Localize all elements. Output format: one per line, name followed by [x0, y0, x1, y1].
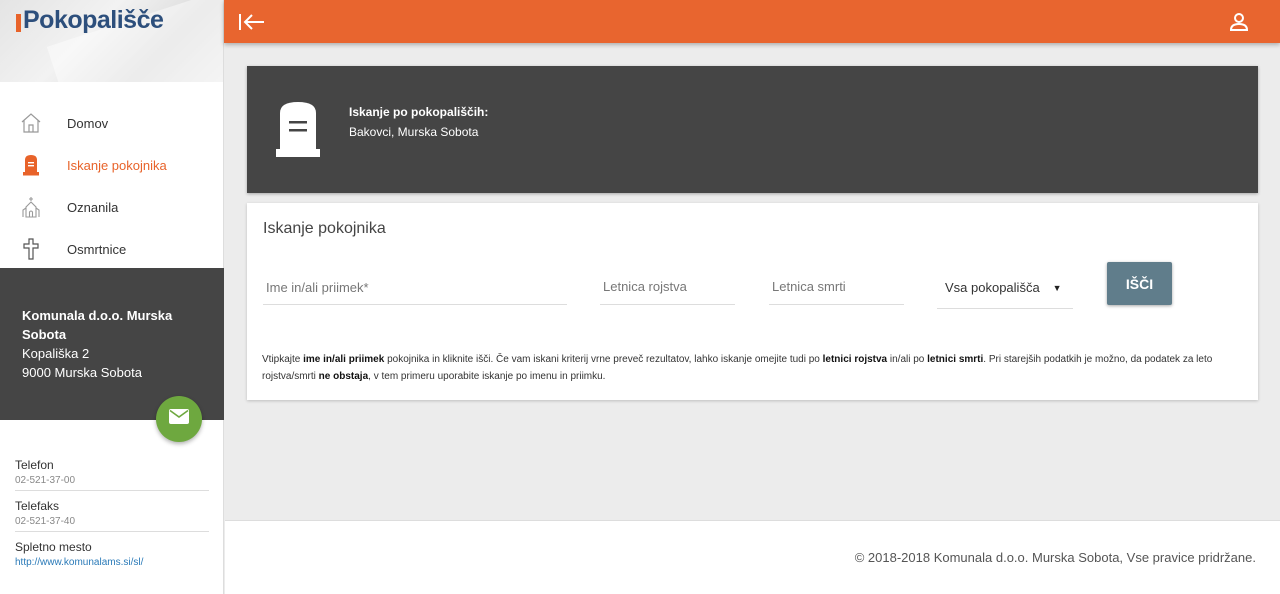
contact-website: Spletno mesto http://www.komunalams.si/s…: [15, 532, 209, 572]
phone-value: 02-521-37-00: [15, 475, 76, 486]
fax-label: Telefaks: [15, 499, 60, 513]
sidebar: Pokopališče Domov Iskanje pokojnika Ozna…: [0, 0, 224, 594]
search-card: Iskanje pokojnika Ime in/ali priimek* Le…: [247, 203, 1258, 400]
contact-list: Telefon 02-521-37-00 Telefaks 02-521-37-…: [15, 450, 209, 572]
church-icon: [20, 195, 42, 219]
mail-icon: [169, 409, 189, 429]
tombstone-icon: [20, 153, 42, 177]
death-year-input[interactable]: Letnica smrti: [769, 267, 904, 305]
logo-area: Pokopališče: [0, 0, 223, 82]
user-account-button[interactable]: [1228, 11, 1250, 33]
logo-text: Pokopališče: [23, 6, 164, 34]
nav-item-announcements[interactable]: Oznanila: [0, 186, 223, 228]
logo-mark: [16, 13, 21, 32]
name-input[interactable]: Ime in/ali priimek*: [263, 267, 567, 305]
home-icon: [20, 111, 42, 135]
nav-item-search-deceased[interactable]: Iskanje pokojnika: [0, 144, 223, 186]
collapse-sidebar-button[interactable]: [238, 10, 266, 34]
nav-item-obituaries[interactable]: Osmrtnice: [0, 228, 223, 270]
nav-label-search-deceased: Iskanje pokojnika: [67, 157, 167, 173]
fax-value: 02-521-37-40: [15, 516, 76, 527]
footer: © 2018-2018 Komunala d.o.o. Murska Sobot…: [225, 520, 1280, 594]
search-title: Iskanje pokojnika: [263, 220, 386, 237]
website-label: Spletno mesto: [15, 540, 92, 554]
cemetery-select-value: Vsa pokopališča: [945, 280, 1040, 295]
email-button[interactable]: [156, 396, 202, 442]
tombstone-icon: [275, 99, 321, 164]
main-nav: Domov Iskanje pokojnika Oznanila Osmrtni…: [0, 82, 223, 270]
logo[interactable]: Pokopališče: [16, 6, 164, 35]
cross-icon: [20, 237, 42, 261]
contact-fax: Telefaks 02-521-37-40: [15, 491, 209, 532]
nav-label-obituaries: Osmrtnice: [67, 241, 127, 257]
arrow-left-icon: [238, 14, 266, 38]
hero-title: Iskanje po pokopališčih:: [349, 105, 489, 119]
phone-label: Telefon: [15, 458, 54, 472]
cemetery-select[interactable]: Vsa pokopališča ▼: [937, 267, 1073, 309]
company-street: Kopališka 2: [22, 346, 90, 361]
birth-year-input[interactable]: Letnica rojstva: [600, 267, 735, 305]
caret-down-icon: ▼: [1052, 282, 1062, 293]
cemetery-header: Iskanje po pokopališčih: Bakovci, Murska…: [247, 66, 1258, 193]
top-bar: [224, 0, 1280, 43]
company-info: Komunala d.o.o. Murska Sobota Kopališka …: [0, 268, 224, 420]
search-button[interactable]: IŠČI: [1107, 262, 1172, 305]
search-help-text: Vtipkajte ime in/ali priimek pokojnika i…: [262, 354, 1213, 382]
copyright-text: © 2018-2018 Komunala d.o.o. Murska Sobot…: [854, 550, 1256, 565]
company-name: Komunala d.o.o. Murska Sobota: [22, 308, 173, 342]
website-link[interactable]: http://www.komunalams.si/sl/: [15, 557, 209, 568]
contact-phone: Telefon 02-521-37-00: [15, 450, 209, 491]
user-icon: [1228, 13, 1250, 37]
hero-subtitle: Bakovci, Murska Sobota: [349, 125, 479, 139]
nav-item-home[interactable]: Domov: [0, 102, 223, 144]
nav-label-home: Domov: [67, 115, 109, 131]
company-city: 9000 Murska Sobota: [22, 365, 142, 380]
nav-label-announcements: Oznanila: [67, 199, 119, 215]
